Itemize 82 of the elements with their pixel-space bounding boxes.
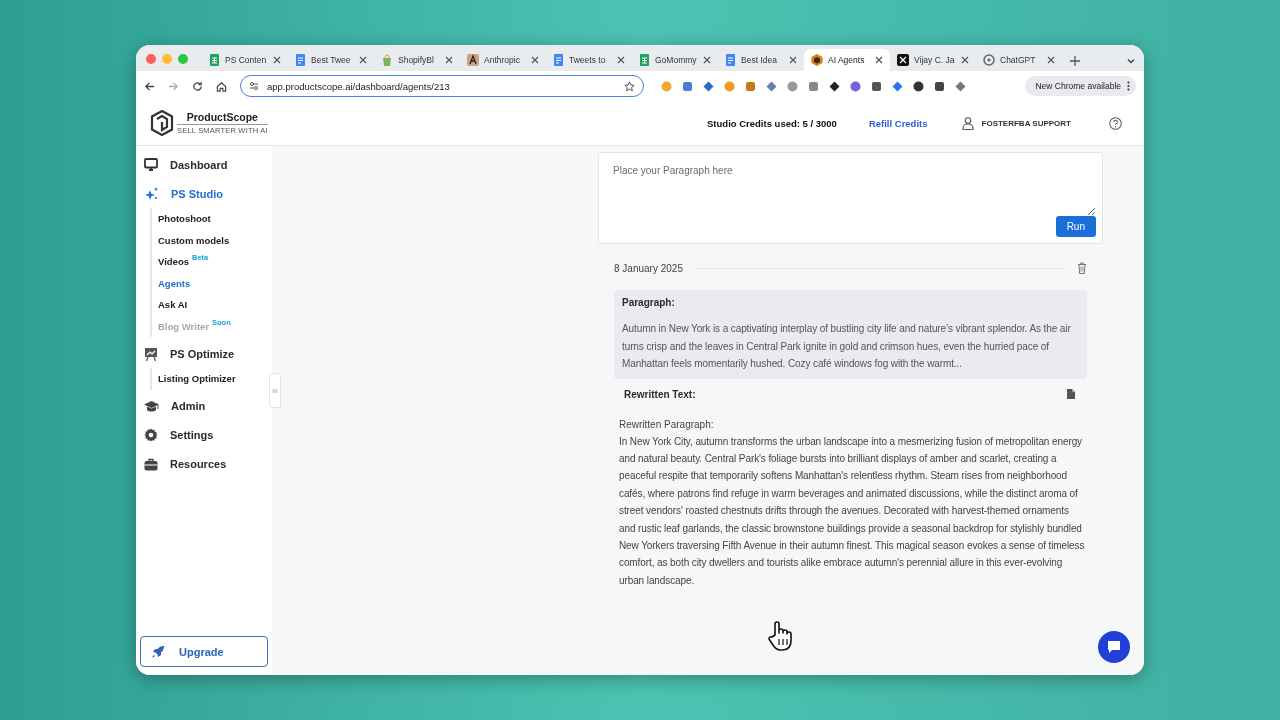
sidebar-item[interactable]: Admin [136, 391, 272, 421]
person-icon [961, 116, 974, 130]
home-icon[interactable] [216, 80, 227, 92]
sidebar-item[interactable]: Resources [136, 449, 272, 479]
reload-icon[interactable] [192, 80, 203, 92]
speech-bubble-icon [1107, 640, 1121, 654]
star-icon[interactable] [624, 80, 635, 92]
sidebar-subitem[interactable]: Photoshoot [158, 208, 272, 230]
chart-board-icon [144, 346, 158, 361]
brand-name: ProductScope [186, 111, 258, 123]
document-icon[interactable] [1067, 389, 1075, 399]
sidebar-subitem[interactable]: Ask AI [158, 294, 272, 316]
paragraph-field[interactable]: Place your Paragraph here Run [598, 152, 1103, 244]
rewritten-heading: Rewritten Paragraph: [619, 417, 715, 432]
browser-tab[interactable]: Vijay C. Ja [890, 49, 976, 71]
back-icon[interactable] [144, 80, 155, 92]
collapse-handle[interactable] [269, 373, 281, 408]
browser-tab[interactable]: Best Idea [718, 49, 804, 71]
close-icon[interactable] [359, 56, 367, 64]
rocket-icon [151, 644, 165, 659]
rewritten-text: In New York City, autumn transforms the urban landscape into a mesmerizing fusion of metropolitan energy and natural beauty. Central Park's foliage bursts into brilliant displays of amber and scarlet, creating a peaceful respite that temporarily softens Manhattan's relentless rhythm. Steam rises from neighborhood cafés, where patrons find refuge in warm beverages and animated discussions, while the distinct aroma of street vendors' roasted chestnuts drifts through the avenues. Decorated with harvest-themed ornaments and rustic leaf garlands, the classic brownstone buildings provide a seasonal backdrop for stylishly bundled New Yorkers traversing Fifth Avenue in their autumn finest. This magical season evokes a sense of timeless comfort, as both city dwellers and tourists alike embrace autumn's perennial allure in this ever-evolving urban landscape. [619, 434, 1086, 588]
spreadsheet-icon [209, 54, 220, 66]
x-logo-icon [897, 54, 909, 66]
run-button[interactable]: Run [1055, 216, 1096, 237]
sidebar-item[interactable]: Settings [136, 420, 272, 450]
chevron-down-icon[interactable] [1126, 56, 1136, 66]
close-icon[interactable] [875, 56, 883, 64]
entry-date: 8 January 2025 [614, 262, 683, 274]
paragraph-input[interactable]: Place your Paragraph here [599, 159, 1096, 216]
shopping-bag-icon [381, 54, 393, 66]
extension-icon[interactable] [913, 80, 924, 92]
section-label: Paragraph: [622, 297, 676, 308]
sidebar-subitem[interactable]: Agents [158, 272, 272, 294]
document-icon [553, 54, 564, 66]
close-icon[interactable] [1047, 56, 1055, 64]
close-icon[interactable] [789, 56, 797, 64]
sidebar-item[interactable]: Dashboard [136, 150, 272, 179]
new-tab-icon[interactable] [1070, 56, 1080, 66]
browser-tab[interactable]: Best Twee [288, 49, 374, 71]
close-icon[interactable] [703, 56, 711, 64]
monitor-icon [144, 158, 158, 171]
spreadsheet-icon [639, 54, 650, 66]
close-icon[interactable] [961, 56, 969, 64]
sidebar-item[interactable]: PS Optimize [136, 339, 272, 368]
document-icon [295, 54, 306, 66]
update-button[interactable]: New Chrome available [1025, 76, 1136, 96]
browser-tab[interactable]: Tweets to [546, 49, 632, 71]
cube-logo-icon [811, 54, 823, 66]
trash-icon[interactable] [1077, 262, 1087, 274]
refill-credits-link[interactable]: Refill Credits [868, 117, 928, 129]
document-icon [725, 54, 736, 66]
credits-usage: Studio Credits used: 5 / 3000 [707, 117, 837, 129]
close-icon[interactable] [617, 56, 625, 64]
upgrade-button[interactable]: Upgrade [140, 636, 268, 667]
browser-tab[interactable]: AI Agents [804, 49, 890, 71]
sidebar-subitem[interactable]: Listing Optimizer [158, 368, 272, 390]
more-options-icon [1127, 81, 1130, 91]
account-name[interactable]: FOSTERFBA SUPPORT [981, 118, 1071, 128]
briefcase-icon [144, 457, 158, 471]
letter-mark-icon [467, 54, 479, 66]
browser-tab[interactable]: ChatGPT [976, 49, 1062, 71]
close-icon[interactable] [273, 56, 281, 64]
extension-icon[interactable] [934, 80, 945, 92]
cube-logo-icon [150, 110, 174, 136]
browser-tab[interactable]: GoMommy [632, 49, 718, 71]
section-label: Rewritten Text: [624, 388, 696, 400]
extension-icon[interactable] [829, 80, 840, 92]
chat-button[interactable] [1098, 631, 1130, 663]
paragraph-text: Autumn in New York is a captivating interplay of bustling city life and nature’s vibrant splendor. As the air turns crisp and the leaves in Central Park ignite in gold and crimson hues, even the hurried pace of Manhattan feels momentarily hushed. Cozy café windows fog with the warmt... [622, 322, 1072, 371]
site-settings-icon [249, 81, 259, 91]
sidebar-item[interactable]: PS Studio [136, 179, 272, 208]
settings-icon [144, 428, 158, 442]
browser-tab[interactable]: PS Conten [202, 49, 288, 71]
browser-tab[interactable]: ShopifyBl [374, 49, 460, 71]
help-icon[interactable] [1109, 116, 1122, 130]
sparkle-icon [144, 186, 159, 201]
close-icon[interactable] [445, 56, 453, 64]
graduation-cap-icon [144, 399, 159, 413]
sidebar-subitem[interactable]: Custom models [158, 229, 272, 251]
close-icon[interactable] [531, 56, 539, 64]
browser-tab[interactable]: Anthropic [460, 49, 546, 71]
extension-icon[interactable] [871, 80, 882, 92]
